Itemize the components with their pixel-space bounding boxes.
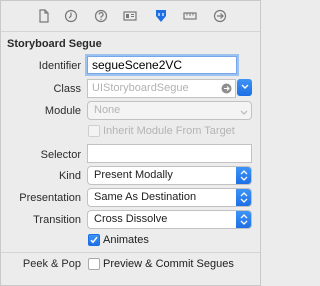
chevron-down-icon	[241, 84, 249, 89]
transition-label: Transition	[33, 214, 81, 226]
presentation-label: Presentation	[19, 192, 81, 204]
module-popup[interactable]: None	[87, 101, 252, 120]
selector-label: Selector	[40, 149, 81, 161]
presentation-popup-arrow	[236, 189, 251, 206]
selector-field[interactable]	[87, 144, 252, 163]
inspector-tab-bar	[1, 1, 260, 32]
connections-arrow-icon[interactable]	[213, 9, 227, 23]
class-dropdown-button[interactable]	[237, 79, 252, 96]
module-value: None	[94, 104, 121, 116]
chevron-down-icon	[240, 110, 248, 115]
kind-popup[interactable]: Present Modally	[87, 166, 252, 185]
updown-chevron-icon	[240, 192, 248, 203]
section-title: Storyboard Segue	[7, 38, 102, 50]
kind-value: Present Modally	[94, 169, 173, 181]
inherit-module-label: Inherit Module From Target	[103, 125, 235, 137]
peek-pop-preview-label: Preview & Commit Segues	[103, 258, 234, 270]
module-label: Module	[44, 105, 81, 117]
presentation-value: Same As Destination	[94, 191, 197, 203]
section-divider	[1, 252, 260, 253]
module-popup-arrow	[236, 102, 251, 119]
updown-chevron-icon	[240, 214, 248, 225]
ruler-icon[interactable]	[183, 9, 197, 23]
peek-pop-checkbox[interactable]	[88, 258, 100, 270]
checkmark-icon	[90, 236, 98, 244]
updown-chevron-icon	[240, 170, 248, 181]
help-icon[interactable]	[94, 9, 108, 23]
kind-popup-arrow	[236, 167, 251, 184]
class-placeholder: UIStoryboardSegue	[92, 82, 189, 94]
animates-label: Animates	[103, 234, 149, 246]
attributes-shield-icon[interactable]	[154, 9, 168, 23]
kind-label: Kind	[58, 170, 81, 182]
class-field[interactable]: UIStoryboardSegue	[87, 79, 236, 98]
class-label: Class	[53, 83, 81, 95]
inherit-module-checkbox[interactable]	[88, 125, 100, 137]
transition-value: Cross Dissolve	[94, 213, 168, 225]
clock-icon[interactable]	[64, 9, 78, 23]
transition-popup-arrow	[236, 211, 251, 228]
identity-card-icon[interactable]	[123, 9, 137, 23]
file-icon[interactable]	[37, 9, 51, 23]
identifier-label: Identifier	[38, 60, 81, 72]
peek-pop-label: Peek & Pop	[22, 258, 81, 270]
identifier-field[interactable]: segueScene2VC	[87, 56, 237, 74]
transition-popup[interactable]: Cross Dissolve	[87, 210, 252, 229]
go-to-class-icon[interactable]	[221, 83, 232, 97]
presentation-popup[interactable]: Same As Destination	[87, 188, 252, 207]
animates-checkbox[interactable]	[88, 234, 100, 246]
